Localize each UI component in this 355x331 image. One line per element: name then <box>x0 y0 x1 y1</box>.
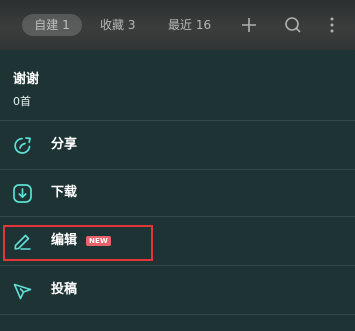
playlist-name: 谢谢 <box>13 72 40 87</box>
highlight-box <box>3 225 153 261</box>
divider <box>0 314 355 315</box>
menu-item-download[interactable]: 下载 <box>0 169 355 217</box>
menu-item-label: 下载 <box>51 185 78 200</box>
send-icon <box>12 280 33 301</box>
download-icon <box>12 183 33 204</box>
more-icon[interactable] <box>322 15 342 35</box>
menu-item-label: 分享 <box>51 137 78 152</box>
tab-bar: 自建 1 收藏 3 最近 16 <box>0 0 355 50</box>
menu-item-share[interactable]: 分享 <box>0 121 355 169</box>
playlist-action-sheet: 谢谢 0首 分享 下载 编辑 NEW 投稿 <box>0 50 355 331</box>
plus-icon[interactable] <box>239 15 259 35</box>
playlist-song-count: 0首 <box>13 95 31 108</box>
share-icon <box>12 135 33 156</box>
tab-favorites[interactable]: 收藏 3 <box>100 14 135 36</box>
tab-recent[interactable]: 最近 16 <box>168 14 211 36</box>
tab-created[interactable]: 自建 1 <box>22 14 82 36</box>
search-icon[interactable] <box>283 15 303 35</box>
menu-item-label: 投稿 <box>51 282 78 297</box>
menu-item-contribute[interactable]: 投稿 <box>0 266 355 314</box>
